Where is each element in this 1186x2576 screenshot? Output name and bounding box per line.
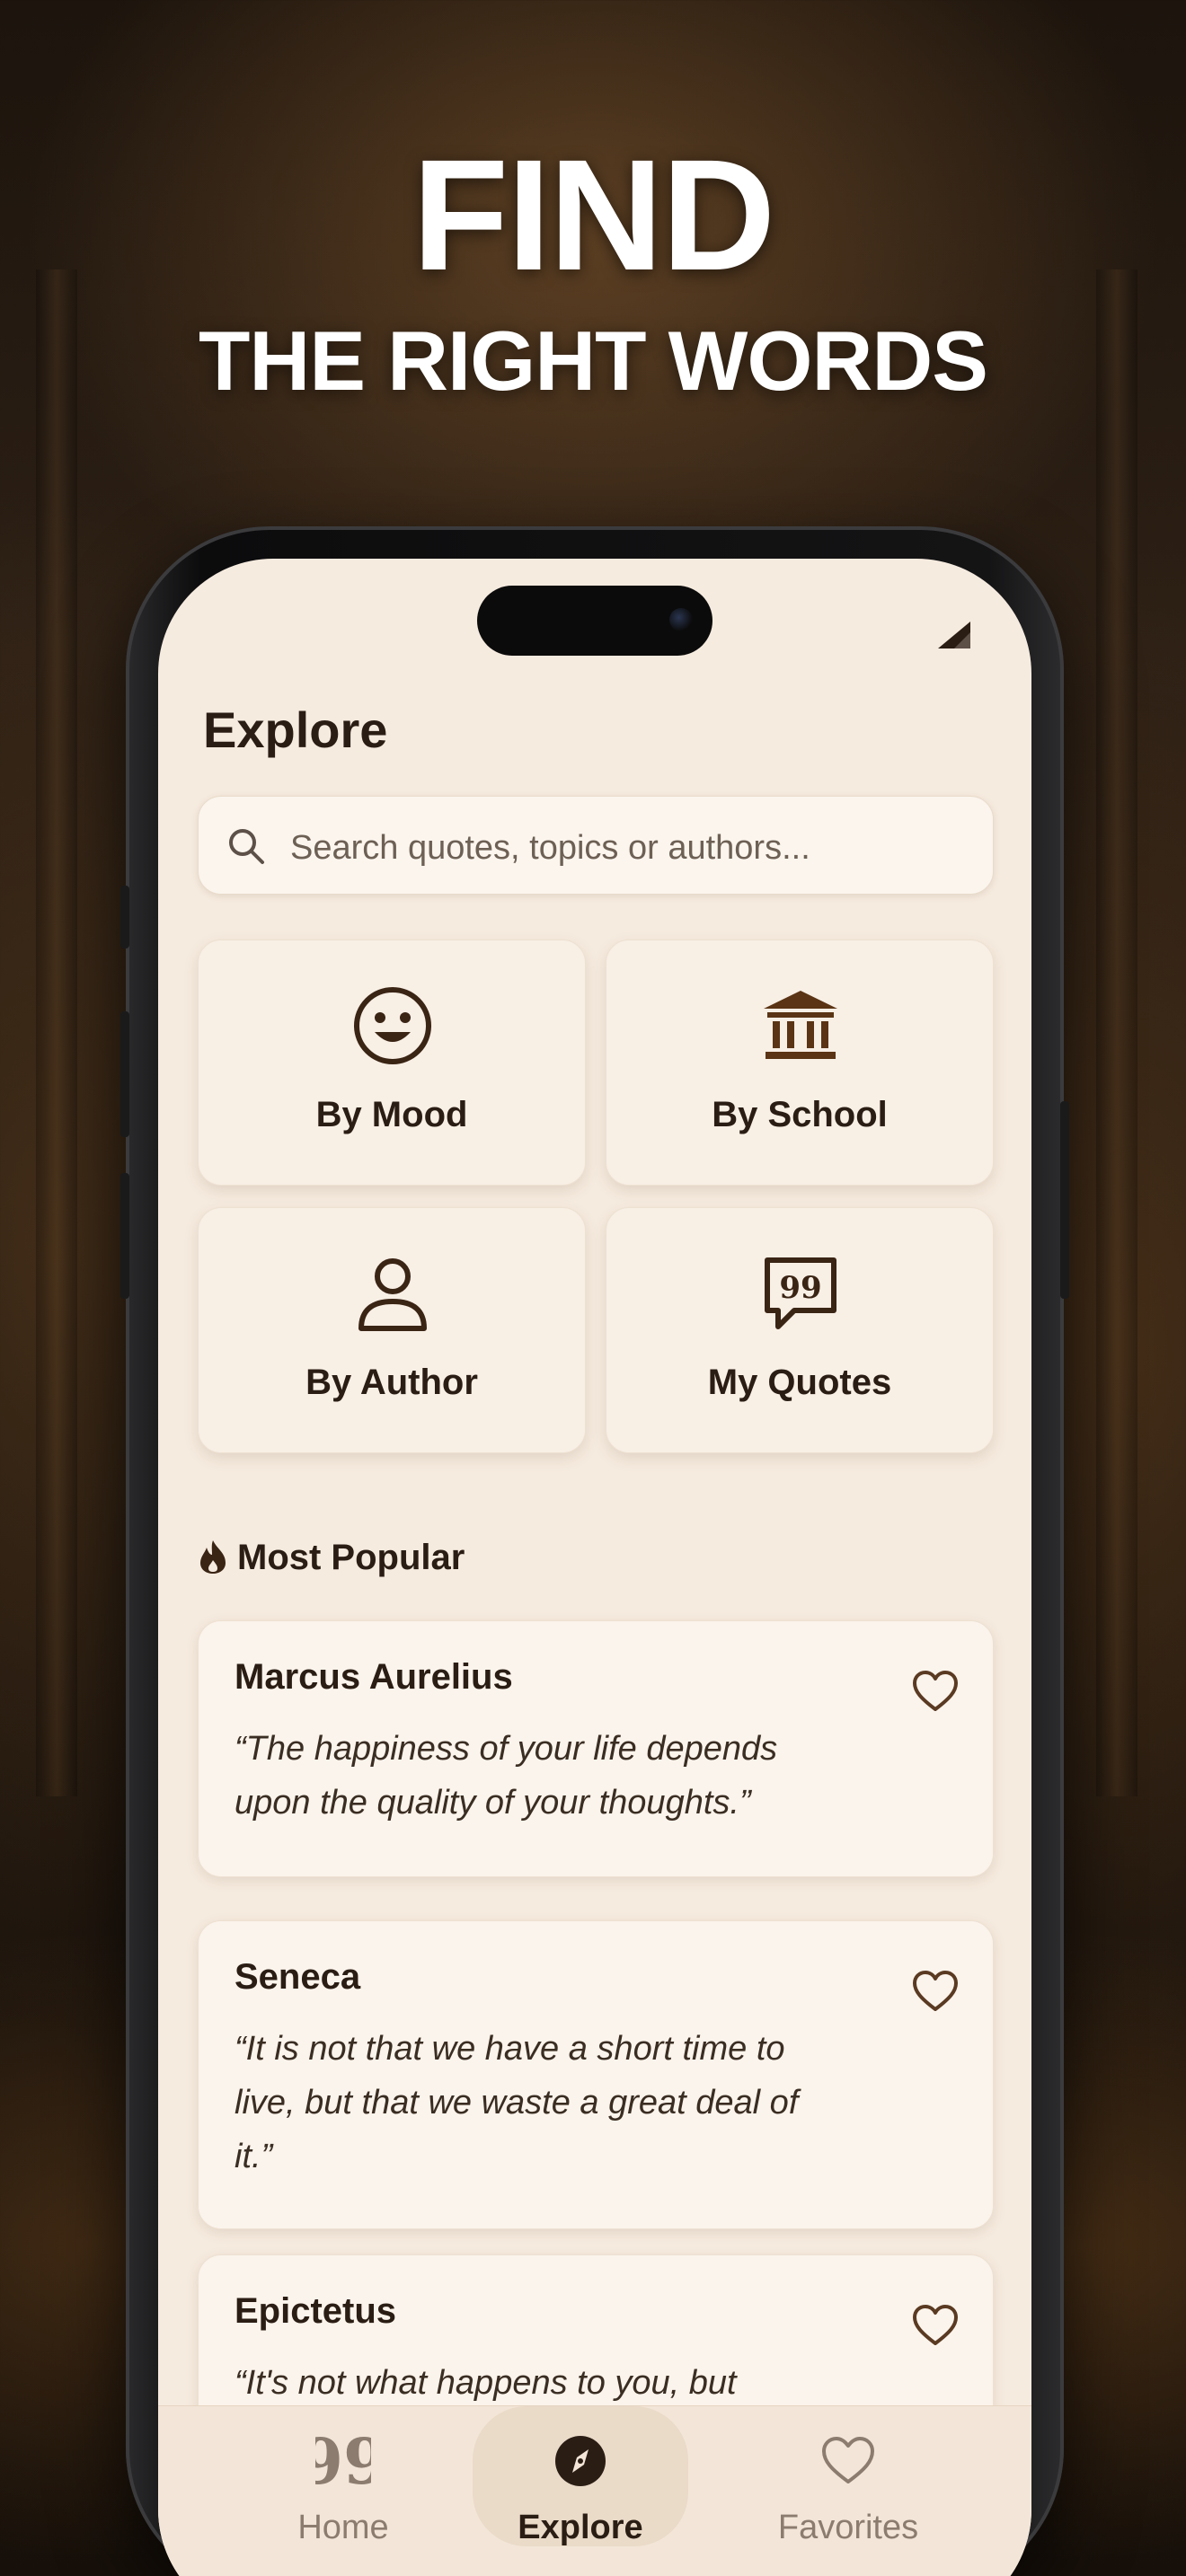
section-title-label: Most Popular (237, 1538, 465, 1577)
background-column (36, 269, 77, 1796)
search-icon (229, 829, 264, 864)
quote-author: Epictetus (235, 2291, 397, 2331)
quote-bubble-icon: 99 (765, 1257, 836, 1329)
quote-author: Seneca (235, 1957, 361, 1997)
tab-label: Home (297, 2509, 389, 2546)
quote-text: “It's not what happens to you, but (235, 2364, 737, 2402)
category-by-mood[interactable]: By Mood (198, 940, 586, 1186)
dynamic-island (477, 586, 712, 656)
phone-volume-down (120, 1173, 129, 1299)
heart-icon (822, 2437, 874, 2483)
bottom-tab-bar: 99 Home Explore Favorites (158, 2405, 1031, 2576)
quote-text: “The happiness of your life depends upon… (235, 1730, 778, 1822)
category-label: My Quotes (707, 1363, 892, 1402)
phone-power-button (1060, 1101, 1069, 1299)
tab-label: Favorites (777, 2509, 919, 2546)
heart-icon[interactable] (910, 2300, 960, 2351)
phone-volume-up (120, 1011, 129, 1137)
tab-explore[interactable]: Explore (473, 2406, 688, 2546)
heart-icon[interactable] (910, 1666, 960, 1716)
heart-icon[interactable] (910, 1966, 960, 2016)
phone-frame: Explore Search quotes, topics or authors… (120, 526, 1069, 2576)
signal-icon (938, 622, 970, 648)
category-label: By School (712, 1095, 888, 1134)
quote-text: “It is not that we have a short time to … (235, 2030, 799, 2175)
tab-favorites[interactable]: Favorites (740, 2406, 956, 2559)
category-my-quotes[interactable]: 99 My Quotes (606, 1207, 994, 1453)
svg-text:99: 99 (315, 2433, 371, 2489)
category-by-school[interactable]: By School (606, 940, 994, 1186)
category-label: By Mood (315, 1095, 468, 1134)
tab-home[interactable]: 99 Home (235, 2406, 451, 2559)
headline-primary: FIND (412, 128, 776, 304)
category-by-author[interactable]: By Author (198, 1207, 586, 1453)
quote-card[interactable]: Marcus Aurelius “The happiness of your l… (198, 1620, 994, 1877)
flame-icon (200, 1540, 226, 1574)
app-screen: Explore Search quotes, topics or authors… (158, 559, 1031, 2576)
svg-text:99: 99 (779, 1270, 821, 1306)
quote-card[interactable]: Seneca “It is not that we have a short t… (198, 1920, 994, 2229)
search-placeholder: Search quotes, topics or authors... (290, 829, 810, 867)
person-icon (358, 1258, 427, 1331)
temple-icon (764, 991, 837, 1059)
headline-secondary: THE RIGHT WORDS (199, 313, 988, 408)
page-title: Explore (203, 701, 388, 758)
tab-label: Explore (518, 2509, 643, 2546)
category-label: By Author (305, 1363, 478, 1402)
quotes-icon: 99 (315, 2433, 371, 2489)
quote-author: Marcus Aurelius (235, 1657, 513, 1697)
search-input[interactable]: Search quotes, topics or authors... (198, 796, 994, 895)
background-column (1096, 269, 1137, 1796)
smiley-icon (354, 987, 431, 1064)
section-title-most-popular: Most Popular (198, 1538, 465, 1578)
compass-icon (555, 2436, 606, 2486)
phone-side-button (120, 886, 129, 948)
